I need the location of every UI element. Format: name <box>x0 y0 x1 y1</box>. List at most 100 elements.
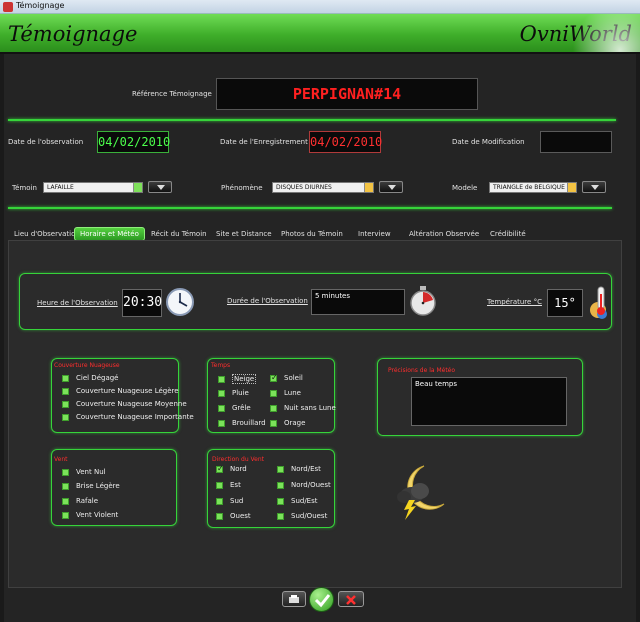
checkbox <box>62 482 69 490</box>
checkbox-label: Grêle <box>232 404 251 412</box>
checkbox <box>218 389 225 397</box>
direction-nord-est[interactable]: Nord/Est <box>277 465 321 473</box>
checkbox-label: Sud/Ouest <box>291 512 328 520</box>
heure-field[interactable]: 20:30 <box>122 289 162 317</box>
tab-horaire-meteo[interactable]: Horaire et Météo <box>74 227 145 241</box>
direction-est[interactable]: Est <box>216 481 241 489</box>
temps-pluie[interactable]: Pluie <box>218 389 249 397</box>
direction-nord-ouest[interactable]: Nord/Ouest <box>277 481 331 489</box>
divider-top <box>8 119 616 121</box>
checkbox-label: Vent Nul <box>76 468 106 476</box>
temperature-field[interactable]: 15° <box>547 289 583 317</box>
checkbox-checked <box>270 373 278 382</box>
vent-violent[interactable]: Vent Violent <box>62 511 118 519</box>
checkbox-label: Vent Violent <box>76 511 119 519</box>
precisions-textarea[interactable]: Beau temps <box>411 377 567 426</box>
vent-title: Vent <box>54 456 68 463</box>
checkbox <box>218 419 225 427</box>
vent-nul[interactable]: Vent Nul <box>62 468 106 476</box>
checkbox-label: Couverture Nuageuse Moyenne <box>76 400 187 408</box>
checkbox <box>62 511 69 519</box>
precisions-title: Précisions de la Météo <box>388 367 456 374</box>
divider-mid <box>8 207 612 209</box>
checkbox-label: Brouillard <box>232 419 266 427</box>
date-enregistrement-field[interactable]: 04/02/2010 <box>309 131 382 153</box>
temps-nuit-sans-lune[interactable]: Nuit sans Lune <box>270 404 336 412</box>
couverture-importante[interactable]: Couverture Nuageuse Importante <box>62 413 194 421</box>
temoin-dropdown-button[interactable] <box>148 181 172 193</box>
phenomene-dropdown-button[interactable] <box>379 181 403 193</box>
temps-neige[interactable]: Neige <box>218 374 257 384</box>
direction-sud-ouest[interactable]: Sud/Ouest <box>277 512 327 520</box>
cancel-button[interactable] <box>338 591 364 607</box>
checkbox-label: Ciel Dégagé <box>76 374 119 382</box>
reference-label: Référence Témoignage <box>132 90 212 98</box>
checkbox-label: Couverture Nuageuse Importante <box>76 413 194 421</box>
checkbox <box>62 387 69 395</box>
checkbox <box>216 512 223 520</box>
checkbox <box>62 497 69 505</box>
tab-site-distance[interactable]: Site et Distance <box>216 227 272 241</box>
modele-select[interactable]: TRIANGLE de BELGIQUE <box>489 182 577 193</box>
reference-field[interactable]: PERPIGNAN#14 <box>216 78 478 110</box>
temps-soleil[interactable]: Soleil <box>270 373 303 382</box>
vent-rafale[interactable]: Rafale <box>62 497 98 505</box>
date-observation-field[interactable]: 04/02/2010 <box>97 131 170 153</box>
direction-ouest[interactable]: Ouest <box>216 512 251 520</box>
checkbox <box>218 375 225 383</box>
checkbox-label: Nord/Est <box>291 465 321 473</box>
direction-title: Direction du Vent <box>212 456 265 463</box>
modele-label: Modele <box>452 184 478 192</box>
temperature-label: Température °C <box>487 298 542 306</box>
stopwatch-icon <box>410 286 436 316</box>
date-enregistrement-label: Date de l'Enregistrement <box>220 138 308 146</box>
couverture-legere[interactable]: Couverture Nuageuse Légère <box>62 387 179 395</box>
date-modification-field[interactable] <box>540 131 612 153</box>
direction-sud-est[interactable]: Sud/Est <box>277 497 318 505</box>
temoin-select[interactable]: LAFAILLE <box>43 182 143 193</box>
checkbox <box>277 497 284 505</box>
checkbox <box>277 481 284 489</box>
temoin-select-value: LAFAILLE <box>47 184 74 191</box>
couverture-moyenne[interactable]: Couverture Nuageuse Moyenne <box>62 400 187 408</box>
modele-dropdown-button[interactable] <box>582 181 606 193</box>
cancel-icon <box>346 595 356 605</box>
checkbox <box>277 512 284 520</box>
tab-recit-temoin[interactable]: Récit du Témoin <box>151 227 207 241</box>
phenomene-select[interactable]: DISQUES DIURNES <box>272 182 374 193</box>
validate-button[interactable] <box>309 587 334 612</box>
checkbox <box>62 400 69 408</box>
couverture-title: Couverture Nuageuse <box>54 362 120 369</box>
checkbox <box>218 404 225 412</box>
tab-alteration-observee[interactable]: Altération Observée <box>409 227 479 241</box>
phenomene-select-value: DISQUES DIURNES <box>276 184 332 191</box>
checkbox <box>62 413 69 421</box>
temps-grele[interactable]: Grêle <box>218 404 251 412</box>
checkbox-label: Soleil <box>284 374 303 382</box>
tab-photos-temoin[interactable]: Photos du Témoin <box>281 227 343 241</box>
chevron-down-icon <box>364 183 373 192</box>
vent-brise-legere[interactable]: Brise Légère <box>62 482 120 490</box>
checkbox-label: Lune <box>284 389 301 397</box>
chevron-down-icon <box>567 183 576 192</box>
direction-sud[interactable]: Sud <box>216 497 243 505</box>
temoin-label: Témoin <box>12 184 37 192</box>
print-button[interactable] <box>282 591 306 607</box>
heure-label: Heure de l'Observation <box>37 299 118 307</box>
couverture-ciel-degage[interactable]: Ciel Dégagé <box>62 374 119 382</box>
checkbox-label: Pluie <box>232 389 249 397</box>
temps-title: Temps <box>211 362 231 369</box>
tab-credibilite[interactable]: Crédibilité <box>490 227 526 241</box>
tab-interview[interactable]: Interview <box>358 227 391 241</box>
temps-orage[interactable]: Orage <box>270 419 305 427</box>
header-glow <box>550 14 640 52</box>
duree-field[interactable]: 5 minutes <box>311 289 405 315</box>
direction-nord[interactable]: Nord <box>216 464 247 473</box>
chevron-down-icon <box>133 183 142 192</box>
temps-lune[interactable]: Lune <box>270 389 301 397</box>
checkbox-label: Nord/Ouest <box>291 481 331 489</box>
tab-lieu-observation[interactable]: Lieu d'Observation <box>14 227 80 241</box>
checkbox <box>270 419 277 427</box>
temps-brouillard[interactable]: Brouillard <box>218 419 266 427</box>
checkbox-label: Nord <box>230 465 247 473</box>
